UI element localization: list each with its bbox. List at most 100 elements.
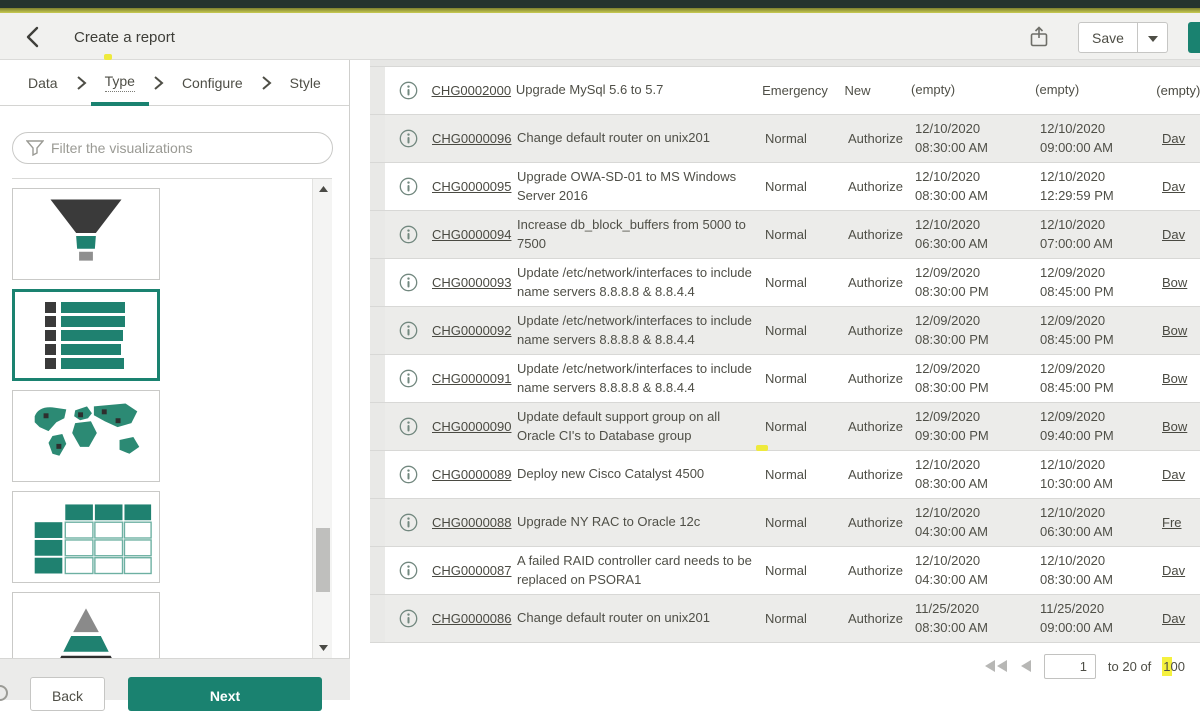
viz-type-funnel[interactable] [12, 188, 160, 280]
cell-state: Authorize [848, 323, 915, 338]
assigned-to-link[interactable]: (empty) [1156, 83, 1200, 98]
wizard-footer: Back Next [0, 658, 350, 700]
record-number-link[interactable]: CHG0000092 [432, 323, 512, 338]
record-number-link[interactable]: CHG0000086 [432, 611, 512, 626]
record-number-link[interactable]: CHG0000096 [432, 131, 512, 146]
table-row: CHG0000089 Deploy new Cisco Catalyst 450… [370, 451, 1200, 499]
next-button[interactable]: Next [128, 677, 322, 711]
funnel-chart-icon [13, 188, 159, 280]
cell-short-description: Update /etc/network/interfaces to includ… [517, 264, 765, 302]
record-info-button[interactable] [399, 225, 419, 245]
record-info-button[interactable] [399, 513, 419, 533]
chevron-right-icon [76, 76, 87, 90]
info-icon [399, 417, 418, 436]
cell-short-description: A failed RAID controller card needs to b… [517, 552, 765, 590]
viz-type-map[interactable] [12, 390, 160, 482]
assigned-to-link[interactable]: Dav [1162, 611, 1185, 626]
filter-visualizations-input[interactable] [12, 132, 333, 164]
record-info-button[interactable] [399, 321, 419, 341]
first-page-button[interactable] [984, 660, 1008, 672]
record-info-button[interactable] [399, 369, 419, 389]
help-icon-partial[interactable] [0, 685, 8, 701]
cell-priority: Normal [765, 419, 848, 434]
assigned-to-link[interactable]: Dav [1162, 131, 1185, 146]
record-number-link[interactable]: CHG0000090 [432, 419, 512, 434]
record-info-button[interactable] [399, 177, 419, 197]
record-info-button[interactable] [399, 273, 419, 293]
back-navigation-button[interactable] [18, 24, 48, 52]
assigned-to-link[interactable]: Fre [1162, 515, 1182, 530]
row-lead-strip [370, 451, 385, 498]
step-data[interactable]: Data [28, 75, 58, 91]
step-style[interactable]: Style [290, 75, 321, 91]
record-info-button[interactable] [398, 81, 418, 101]
record-number-link[interactable]: CHG0000087 [432, 563, 512, 578]
cell-planned-end-date: 12/10/2020 09:00:00 AM [1040, 120, 1162, 158]
assigned-to-link[interactable]: Dav [1162, 227, 1185, 242]
scroll-down-button[interactable] [313, 640, 333, 656]
record-number-link[interactable]: CHG0000095 [432, 179, 512, 194]
record-info-button[interactable] [399, 561, 419, 581]
records-table-body: CHG0002000 Upgrade MySql 5.6 to 5.7 Emer… [370, 67, 1200, 643]
cell-short-description: Upgrade MySql 5.6 to 5.7 [516, 81, 762, 100]
cell-info [385, 369, 432, 389]
run-button-partial[interactable] [1188, 22, 1200, 53]
save-button[interactable]: Save [1078, 22, 1138, 53]
record-number-link[interactable]: CHG0000093 [432, 275, 512, 290]
record-info-button[interactable] [399, 129, 419, 149]
page-number-input[interactable] [1044, 654, 1096, 679]
assigned-to-link[interactable]: Dav [1162, 563, 1185, 578]
previous-page-button[interactable] [1020, 660, 1032, 672]
cell-planned-end-date: 11/25/2020 09:00:00 AM [1040, 600, 1162, 638]
viz-list-scrollbar [312, 179, 332, 658]
assigned-to-link[interactable]: Dav [1162, 179, 1185, 194]
records-table: CHG0002000 Upgrade MySql 5.6 to 5.7 Emer… [370, 60, 1200, 643]
table-chart-icon [13, 491, 159, 583]
back-button[interactable]: Back [30, 677, 105, 711]
record-number-link[interactable]: CHG0000094 [432, 227, 512, 242]
record-number-link[interactable]: CHG0000088 [432, 515, 512, 530]
cell-state: Authorize [848, 131, 915, 146]
cell-priority: Normal [765, 131, 848, 146]
cell-short-description: Update /etc/network/interfaces to includ… [517, 312, 765, 350]
table-row: CHG0000095 Upgrade OWA-SD-01 to MS Windo… [370, 163, 1200, 211]
record-info-button[interactable] [399, 417, 419, 437]
cell-number: CHG0000088 [432, 515, 517, 530]
cell-assigned-to: Dav [1162, 131, 1200, 146]
scrollbar-thumb[interactable] [316, 528, 330, 592]
info-icon [399, 177, 418, 196]
viz-type-table[interactable] [12, 491, 160, 583]
cell-state: Authorize [848, 227, 915, 242]
step-configure[interactable]: Configure [182, 75, 243, 91]
cell-info [385, 513, 432, 533]
chevron-left-icon [22, 25, 44, 49]
cell-planned-start-date: (empty) [911, 81, 1035, 100]
top-banner [0, 0, 1200, 8]
viz-type-list[interactable] [12, 289, 160, 381]
record-info-button[interactable] [399, 609, 419, 629]
app-header: Create a report Save [0, 13, 1200, 60]
record-number-link[interactable]: CHG0002000 [432, 83, 512, 98]
assigned-to-link[interactable]: Bow [1162, 419, 1187, 434]
assigned-to-link[interactable]: Bow [1162, 323, 1187, 338]
triangle-down-icon [319, 645, 328, 651]
cell-assigned-to: Dav [1162, 179, 1200, 194]
record-number-link[interactable]: CHG0000089 [432, 467, 512, 482]
cell-info [385, 417, 432, 437]
table-row: CHG0000090 Update default support group … [370, 403, 1200, 451]
share-button[interactable] [1026, 25, 1052, 51]
table-row: CHG0000087 A failed RAID controller card… [370, 547, 1200, 595]
save-options-button[interactable] [1138, 22, 1168, 53]
assigned-to-link[interactable]: Dav [1162, 467, 1185, 482]
assigned-to-link[interactable]: Bow [1162, 371, 1187, 386]
record-info-button[interactable] [399, 465, 419, 485]
viz-type-pyramid[interactable] [12, 592, 160, 658]
record-number-link[interactable]: CHG0000091 [432, 371, 512, 386]
info-icon [399, 513, 418, 532]
cell-number: CHG0000091 [432, 371, 517, 386]
chevron-right-icon [261, 76, 272, 90]
assigned-to-link[interactable]: Bow [1162, 275, 1187, 290]
row-lead-strip [370, 163, 385, 210]
step-type[interactable]: Type [105, 73, 135, 92]
scroll-up-button[interactable] [313, 181, 333, 197]
